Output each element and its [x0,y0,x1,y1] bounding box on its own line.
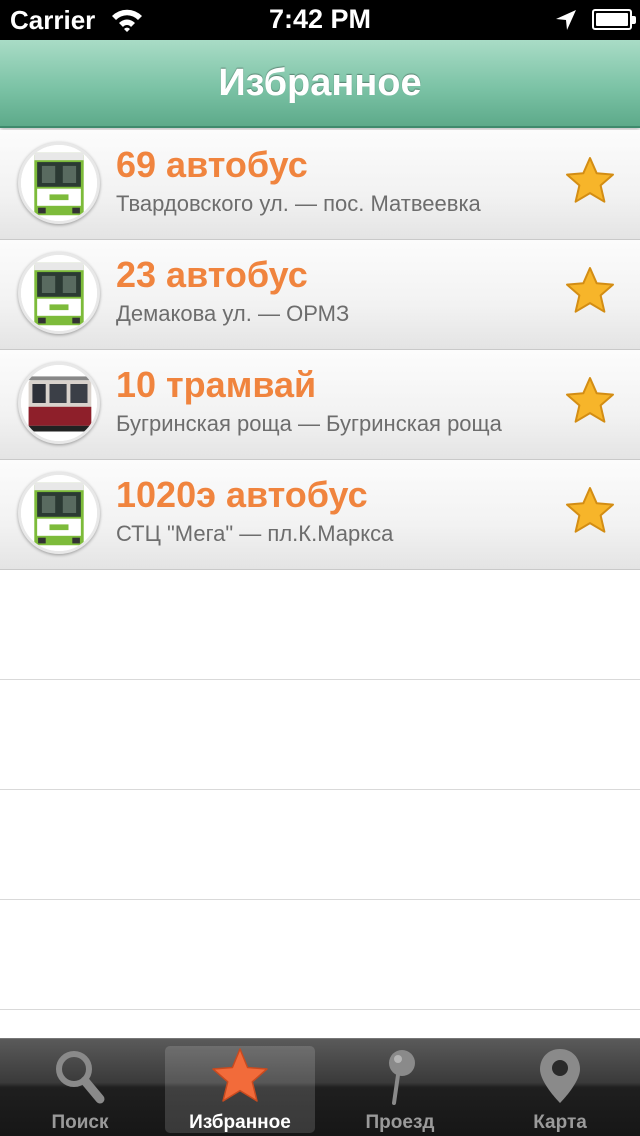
tab-label: Карта [533,1112,587,1133]
bus-icon [18,142,100,224]
pin-icon [389,1050,415,1105]
route-stops: Демакова ул. — ОРМЗ [116,301,350,326]
tab-label: Поиск [51,1112,109,1133]
bus-icon [18,472,100,554]
list-item[interactable]: 1020э автобус СТЦ "Мега" — пл.К.Маркса [0,460,640,570]
route-stops: Бугринская роща — Бугринская роща [116,411,502,436]
route-title: 10 трамвай [116,364,317,405]
route-title: 23 автобус [116,254,308,295]
tab-bar: Поиск Избранное Проезд Карта [0,1038,640,1136]
list-item[interactable]: 23 автобус Демакова ул. — ОРМЗ [0,240,640,350]
clock: 7:42 PM [268,4,372,34]
route-stops: Твардовского ул. — пос. Матвеевка [116,191,481,216]
tab-favorites[interactable]: Избранное [160,1039,320,1136]
page-title: Избранное [218,62,422,104]
star-icon [212,1048,268,1102]
tram-icon [18,362,100,444]
favorite-star-icon[interactable] [564,155,616,207]
route-stops: СТЦ "Мега" — пл.К.Маркса [116,521,394,546]
favorite-star-icon[interactable] [564,265,616,317]
bus-icon [18,252,100,334]
list-item[interactable]: 69 автобус Твардовского ул. — пос. Матве… [0,130,640,240]
favorite-star-icon[interactable] [564,375,616,427]
tab-map[interactable]: Карта [480,1039,640,1136]
route-title: 1020э автобус [116,474,368,515]
empty-row [0,790,640,900]
battery-icon [592,9,636,30]
magnifier-icon [56,1051,105,1104]
location-arrow-icon [556,10,576,30]
favorite-star-icon[interactable] [564,485,616,537]
favorites-list: 69 автобус Твардовского ул. — пос. Матве… [0,130,640,1010]
empty-row [0,570,640,680]
tab-search[interactable]: Поиск [0,1039,160,1136]
map-marker-icon [540,1049,580,1103]
tab-label: Проезд [365,1112,435,1133]
empty-row [0,680,640,790]
tab-label: Избранное [189,1112,291,1133]
tab-fare[interactable]: Проезд [320,1039,480,1136]
list-item[interactable]: 10 трамвай Бугринская роща — Бугринская … [0,350,640,460]
route-title: 69 автобус [116,144,308,185]
empty-row [0,900,640,1010]
status-bar: Carrier 7:42 PM [0,0,640,40]
navigation-bar: Избранное [0,40,640,128]
